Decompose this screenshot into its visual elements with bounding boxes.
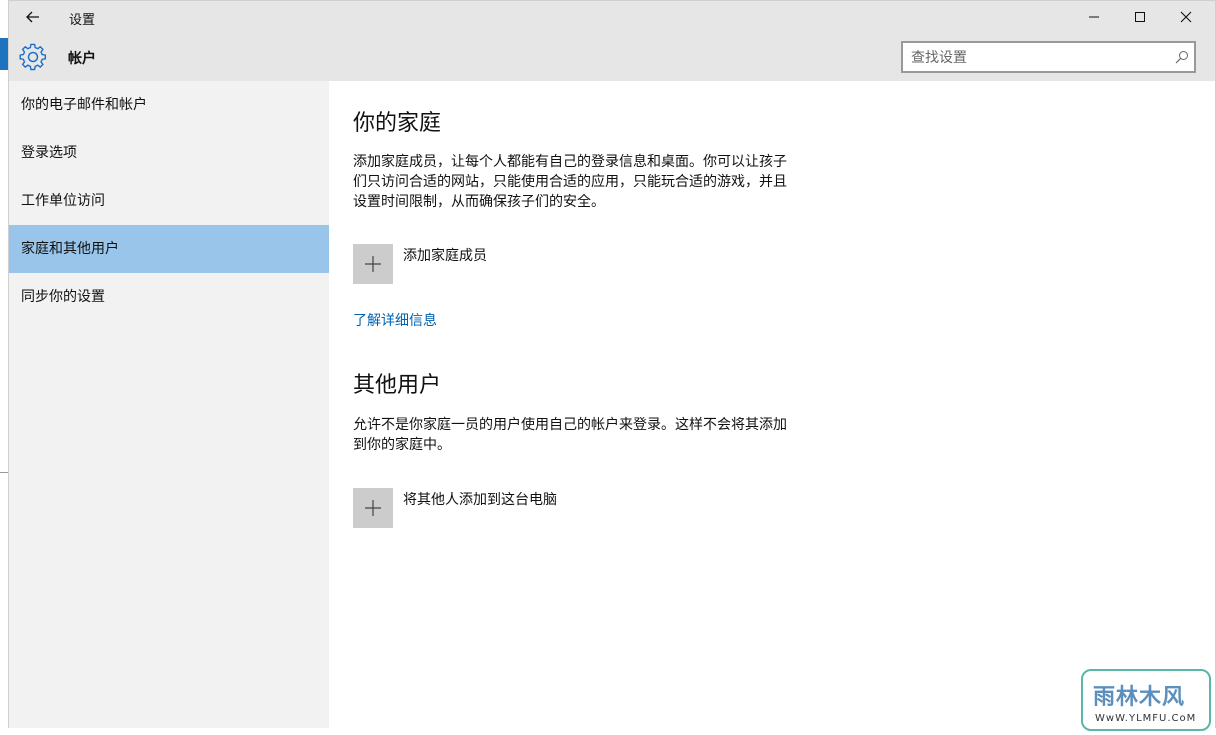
close-icon [1180, 11, 1192, 23]
search-box[interactable] [901, 41, 1196, 73]
add-other-user-button[interactable]: 将其他人添加到这台电脑 [353, 488, 557, 528]
background-window-divider [0, 472, 8, 473]
sidebar-item-sign-in-options[interactable]: 登录选项 [9, 129, 329, 177]
sidebar: 你的电子邮件和帐户 登录选项 工作单位访问 家庭和其他用户 同步你的设置 [9, 81, 329, 728]
minimize-button[interactable] [1071, 1, 1117, 33]
sidebar-item-sync-settings[interactable]: 同步你的设置 [9, 273, 329, 321]
main-content: 你的家庭 添加家庭成员，让每个人都能有自己的登录信息和桌面。你可以让孩子们只访问… [329, 81, 1215, 728]
settings-window: 设置 帐户 查找设置 你的电子邮件和帐户 登录选项 工作单位访问 家庭和其他用户… [8, 0, 1216, 728]
background-window [0, 0, 8, 735]
search-input[interactable] [911, 48, 1161, 68]
add-tile [353, 488, 393, 528]
back-button[interactable] [21, 5, 45, 29]
add-family-member-button[interactable]: 添加家庭成员 [353, 244, 487, 284]
add-other-user-label: 将其他人添加到这台电脑 [403, 492, 557, 508]
other-users-description: 允许不是你家庭一员的用户使用自己的帐户来登录。这样不会将其添加到你的家庭中。 [353, 417, 787, 453]
plus-icon [365, 500, 381, 516]
close-button[interactable] [1163, 1, 1209, 33]
maximize-button[interactable] [1117, 1, 1163, 33]
watermark-url: WwW.YLMFU.CoM [1095, 713, 1197, 724]
plus-icon [365, 256, 381, 272]
page-header: 帐户 [9, 33, 1215, 81]
family-section-title: 你的家庭 [353, 111, 442, 136]
maximize-icon [1135, 12, 1145, 22]
learn-more-link[interactable]: 了解详细信息 [353, 310, 437, 330]
sidebar-item-email-accounts[interactable]: 你的电子邮件和帐户 [9, 81, 329, 129]
window-title: 设置 [69, 13, 96, 28]
sidebar-item-family-other-users[interactable]: 家庭和其他用户 [9, 225, 329, 273]
search-icon[interactable] [1175, 50, 1189, 64]
gear-icon [19, 43, 47, 71]
family-description: 添加家庭成员，让每个人都能有自己的登录信息和桌面。你可以让孩子们只访问合适的网站… [353, 154, 787, 210]
arrow-left-icon [26, 11, 39, 23]
sidebar-item-work-access[interactable]: 工作单位访问 [9, 177, 329, 225]
background-window-accent [0, 38, 8, 70]
other-users-section-title: 其他用户 [353, 373, 442, 398]
add-tile [353, 244, 393, 284]
watermark-logo: 雨林木风 WwW.YLMFU.CoM [1081, 669, 1211, 731]
add-family-member-label: 添加家庭成员 [403, 248, 487, 264]
page-title: 帐户 [68, 51, 96, 67]
title-bar: 设置 [9, 1, 1215, 33]
watermark-title: 雨林木风 [1093, 685, 1186, 710]
minimize-icon [1089, 16, 1099, 18]
